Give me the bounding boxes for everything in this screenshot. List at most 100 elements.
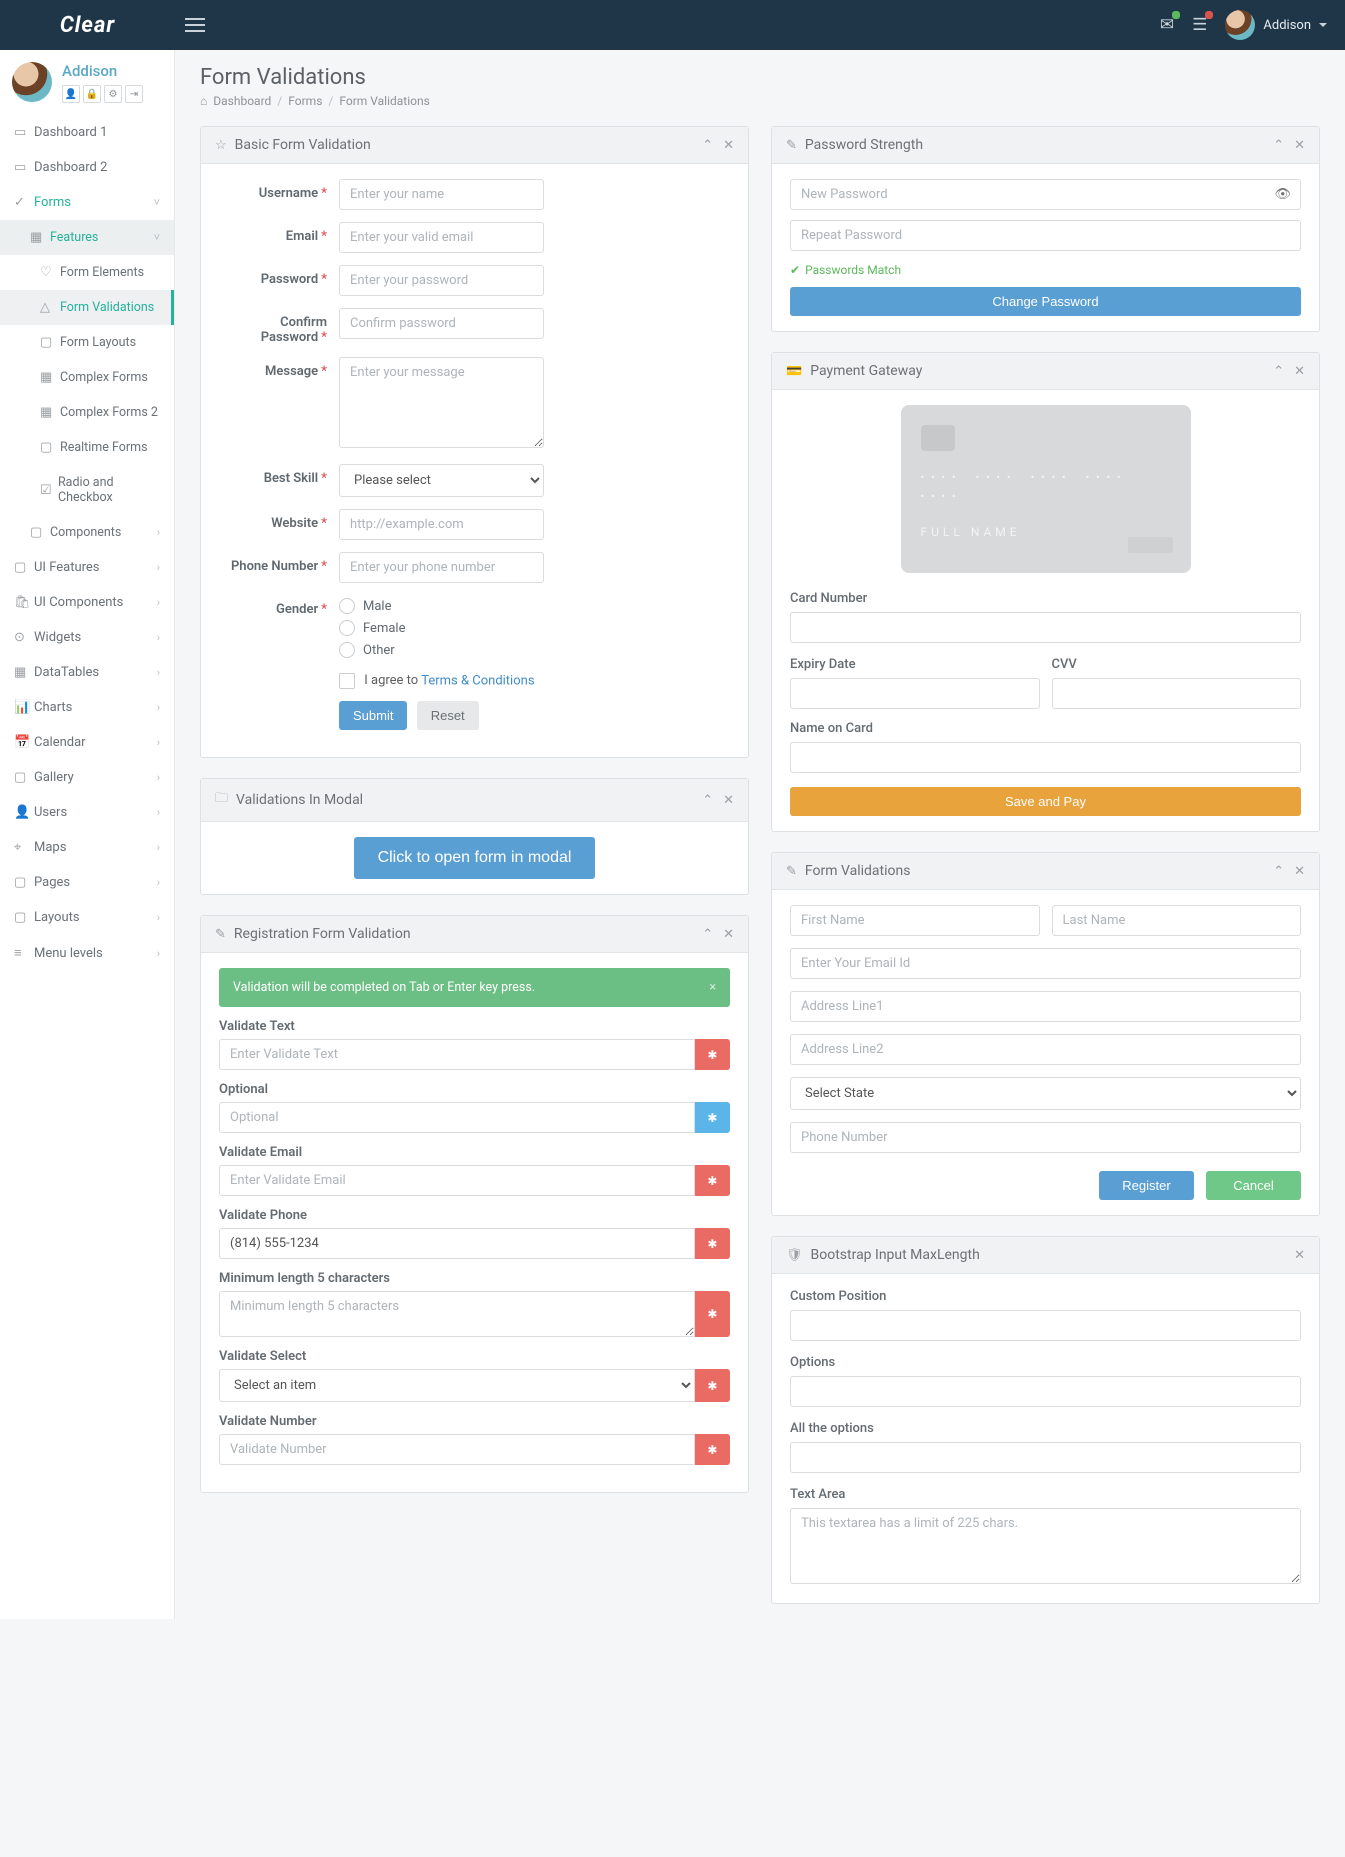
menu-toggle-icon[interactable]: [185, 18, 205, 32]
sidebar-item[interactable]: ▦Complex Forms: [0, 360, 174, 395]
save-pay-button[interactable]: Save and Pay: [790, 787, 1301, 816]
sidebar-profile-name[interactable]: Addison: [62, 62, 143, 80]
profile-gear-icon[interactable]: ⚙: [104, 85, 122, 103]
sidebar-item[interactable]: ⌖Maps›: [0, 830, 174, 865]
mail-icon[interactable]: ✉: [1160, 15, 1174, 35]
card-number-input[interactable]: [790, 612, 1301, 643]
collapse-icon[interactable]: ⌃: [702, 138, 713, 153]
gender-other-radio[interactable]: Other: [339, 639, 544, 661]
new-password-input[interactable]: [790, 179, 1301, 210]
alert-close-icon[interactable]: ×: [709, 980, 716, 995]
username-input[interactable]: [339, 179, 544, 210]
sidebar-item[interactable]: 📅Calendar›: [0, 725, 174, 760]
close-icon[interactable]: ✕: [1294, 364, 1305, 379]
validate-select[interactable]: Select an item: [219, 1369, 695, 1402]
min5-textarea[interactable]: [219, 1291, 695, 1337]
repeat-password-input[interactable]: [790, 220, 1301, 251]
cancel-button[interactable]: Cancel: [1206, 1171, 1301, 1200]
profile-logout-icon[interactable]: ⇥: [125, 85, 143, 103]
collapse-icon[interactable]: ⌃: [1273, 364, 1284, 379]
sidebar-item[interactable]: ▦Complex Forms 2: [0, 395, 174, 430]
terms-link[interactable]: Terms & Conditions: [421, 673, 534, 688]
address2-input[interactable]: [790, 1034, 1301, 1065]
sidebar-item[interactable]: ☑Radio and Checkbox: [0, 465, 174, 515]
name-on-card-input[interactable]: [790, 742, 1301, 773]
validate-email-input[interactable]: [219, 1165, 695, 1196]
password-input[interactable]: [339, 265, 544, 296]
sidebar-item[interactable]: ▢Realtime Forms: [0, 430, 174, 465]
sidebar-item[interactable]: ▢Layouts›: [0, 900, 174, 935]
sidebar-item[interactable]: 👤Users›: [0, 795, 174, 830]
expiry-input[interactable]: [790, 678, 1040, 709]
message-textarea[interactable]: [339, 357, 544, 448]
fv-phone-input[interactable]: [790, 1122, 1301, 1153]
change-password-button[interactable]: Change Password: [790, 287, 1301, 316]
sidebar-item[interactable]: ≡Menu levels›: [0, 935, 174, 971]
brand-logo[interactable]: Clear: [0, 13, 175, 38]
sidebar-item[interactable]: ♡Form Elements: [0, 255, 174, 290]
eye-icon[interactable]: 👁: [1274, 187, 1291, 202]
validate-text-input[interactable]: [219, 1039, 695, 1070]
edit-icon: ✎: [215, 927, 226, 942]
home-icon[interactable]: ⌂: [200, 94, 207, 108]
optional-input[interactable]: [219, 1102, 695, 1133]
sidebar-item[interactable]: ✓Forms˅: [0, 185, 174, 220]
open-modal-button[interactable]: Click to open form in modal: [354, 837, 596, 879]
breadcrumb-item[interactable]: Dashboard: [213, 94, 271, 108]
sidebar-item[interactable]: 📊Charts›: [0, 690, 174, 725]
close-icon[interactable]: ✕: [723, 793, 734, 808]
sidebar-item[interactable]: ▭Dashboard 2: [0, 150, 174, 185]
profile-lock-icon[interactable]: 🔒: [83, 85, 101, 103]
sidebar-item[interactable]: ▢Pages›: [0, 865, 174, 900]
collapse-icon[interactable]: ⌃: [702, 927, 713, 942]
first-name-input[interactable]: [790, 905, 1040, 936]
phone-input[interactable]: [339, 552, 544, 583]
breadcrumb-item[interactable]: Forms: [288, 94, 322, 108]
state-select[interactable]: Select State: [790, 1077, 1301, 1110]
collapse-icon[interactable]: ⌃: [1273, 864, 1284, 879]
sidebar-item[interactable]: ▦DataTables›: [0, 655, 174, 690]
sidebar-item[interactable]: ▦Features˅: [0, 220, 174, 255]
sidebar-item[interactable]: ⊙Widgets›: [0, 620, 174, 655]
website-input[interactable]: [339, 509, 544, 540]
profile-user-icon[interactable]: 👤: [62, 85, 80, 103]
fv-email-input[interactable]: [790, 948, 1301, 979]
skill-select[interactable]: Please select: [339, 464, 544, 497]
sidebar-item[interactable]: ▢UI Features›: [0, 550, 174, 585]
panel-password-strength: ✎ Password Strength ⌃✕ 👁 ✔Passwords Matc…: [771, 126, 1320, 332]
collapse-icon[interactable]: ⌃: [702, 793, 713, 808]
all-options-input[interactable]: [790, 1442, 1301, 1473]
sidebar-item[interactable]: ▭Dashboard 1: [0, 115, 174, 150]
close-icon[interactable]: ✕: [1294, 138, 1305, 153]
register-button[interactable]: Register: [1099, 1171, 1194, 1200]
panel-modal-validations: 🗀 Validations In Modal ⌃✕ Click to open …: [200, 778, 749, 895]
validate-number-input[interactable]: [219, 1434, 695, 1465]
submit-button[interactable]: Submit: [339, 701, 407, 730]
custom-position-input[interactable]: [790, 1310, 1301, 1341]
gender-female-radio[interactable]: Female: [339, 617, 544, 639]
gender-male-radio[interactable]: Male: [339, 595, 544, 617]
sidebar-item[interactable]: ▢Form Layouts: [0, 325, 174, 360]
agree-checkbox[interactable]: [339, 673, 355, 689]
confirm-password-input[interactable]: [339, 308, 544, 339]
last-name-input[interactable]: [1052, 905, 1302, 936]
sidebar-item[interactable]: ▢Gallery›: [0, 760, 174, 795]
sidebar-item[interactable]: ▢Components›: [0, 515, 174, 550]
email-input[interactable]: [339, 222, 544, 253]
close-icon[interactable]: ✕: [1294, 864, 1305, 879]
sidebar-item[interactable]: △Form Validations: [0, 290, 174, 325]
close-icon[interactable]: ✕: [1294, 1248, 1305, 1263]
validate-phone-input[interactable]: [219, 1228, 695, 1259]
user-menu[interactable]: Addison: [1225, 10, 1327, 40]
sidebar-item[interactable]: 🛍UI Components›: [0, 585, 174, 620]
collapse-icon[interactable]: ⌃: [1273, 138, 1284, 153]
tasks-icon[interactable]: ☰: [1192, 15, 1207, 35]
maxlength-textarea[interactable]: [790, 1508, 1301, 1584]
reset-button[interactable]: Reset: [417, 701, 479, 730]
close-icon[interactable]: ✕: [723, 138, 734, 153]
cvv-input[interactable]: [1052, 678, 1302, 709]
address1-input[interactable]: [790, 991, 1301, 1022]
caret-down-icon: [1319, 23, 1327, 27]
close-icon[interactable]: ✕: [723, 927, 734, 942]
options-input[interactable]: [790, 1376, 1301, 1407]
